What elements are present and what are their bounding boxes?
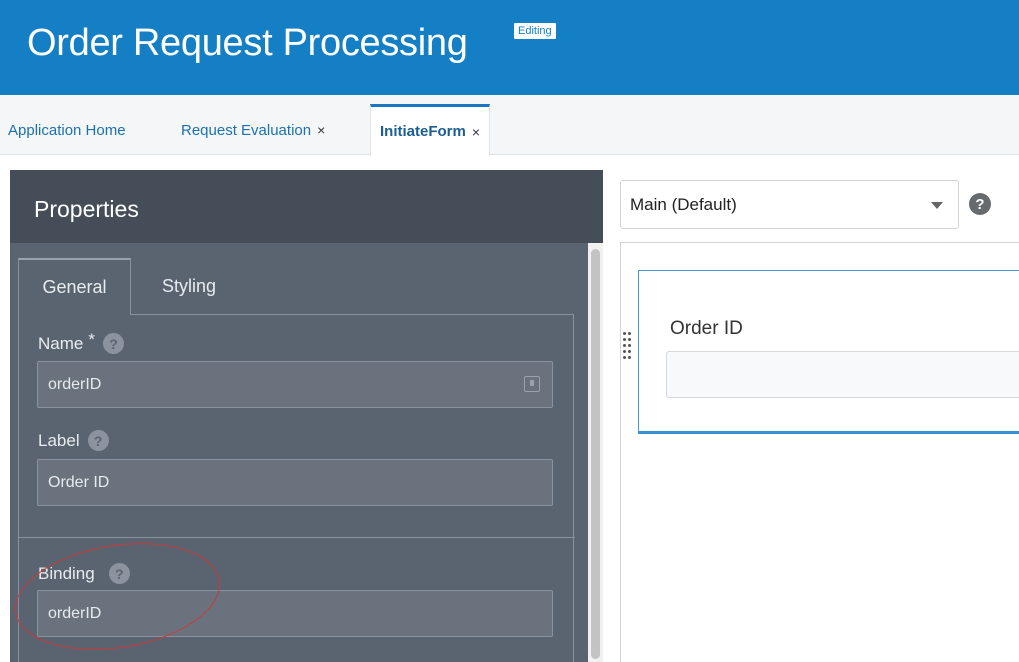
close-icon[interactable]: × (472, 124, 480, 140)
binding-label: Binding ? (38, 563, 130, 584)
binding-input[interactable]: orderID (37, 590, 553, 637)
tab-label: Application Home (8, 121, 126, 139)
order-id-input[interactable] (666, 351, 1019, 398)
binding-label-text: Binding (38, 563, 95, 583)
help-icon[interactable]: ? (969, 193, 991, 215)
tab-bar (0, 95, 1019, 155)
editing-badge: Editing (514, 23, 556, 39)
label-input[interactable]: Order ID (37, 459, 553, 506)
name-label-text: Name (38, 333, 84, 353)
name-label: Name * ? (38, 329, 124, 354)
close-icon[interactable]: × (317, 122, 325, 138)
label-label-text: Label (38, 430, 80, 450)
tab-application-home[interactable]: Application Home (8, 105, 126, 155)
help-icon[interactable]: ? (102, 333, 124, 354)
properties-panel: Properties General Styling (10, 170, 603, 662)
layout-select[interactable]: Main (Default) (620, 180, 959, 229)
app-header: Order Request Processing Editing (0, 0, 1019, 95)
binding-input-value: orderID (48, 604, 102, 622)
app-title: Order Request Processing (27, 22, 468, 64)
help-icon[interactable]: ? (108, 563, 130, 584)
field-label: Order ID (670, 318, 743, 339)
label-label: Label ? (38, 430, 109, 451)
scroll-thumb[interactable] (591, 249, 600, 659)
tab-styling[interactable]: Styling (131, 258, 247, 315)
layout-select-value: Main (Default) (630, 194, 737, 214)
help-icon[interactable]: ? (87, 430, 109, 451)
section-divider (19, 537, 575, 538)
tab-request-evaluation[interactable]: Request Evaluation × (181, 105, 325, 155)
name-input[interactable]: orderID (37, 361, 553, 408)
lock-icon (524, 376, 540, 392)
tab-label: InitiateForm (380, 123, 466, 140)
properties-header: Properties (10, 170, 603, 243)
required-marker: * (88, 329, 95, 349)
chevron-down-icon (931, 202, 943, 209)
name-input-value: orderID (48, 375, 102, 393)
properties-scrollbar[interactable] (588, 243, 603, 662)
tab-general[interactable]: General (18, 258, 131, 315)
tab-initiateform[interactable]: InitiateForm × (370, 104, 491, 156)
properties-title: Properties (34, 196, 139, 222)
drag-handle-icon[interactable] (622, 331, 634, 365)
tab-label: Request Evaluation (181, 121, 312, 139)
label-input-value: Order ID (48, 473, 110, 491)
